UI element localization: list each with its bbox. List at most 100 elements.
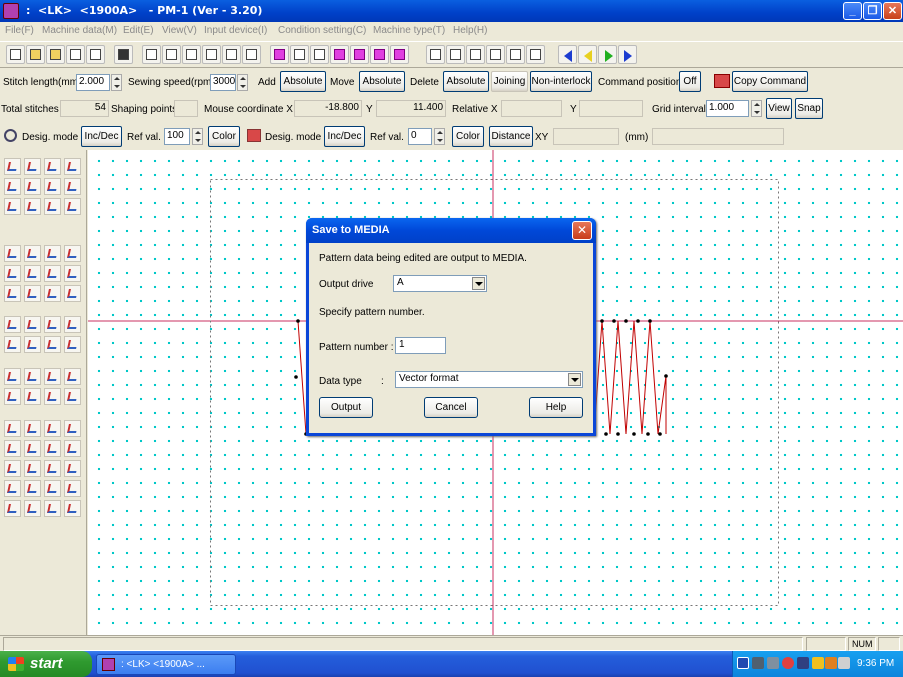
layers-icon[interactable] (182, 45, 201, 64)
open-folder-icon[interactable] (26, 45, 45, 64)
draw-tool-48-icon[interactable] (64, 440, 81, 457)
color-button-2[interactable]: Color (452, 126, 484, 147)
draw-tool-55-icon[interactable] (44, 480, 61, 497)
clock[interactable]: 9:36 PM (857, 658, 894, 669)
draw-tool-4-icon[interactable] (64, 158, 81, 175)
draw-tool-23-icon[interactable] (44, 285, 61, 302)
menu-file[interactable]: File(F) (5, 25, 34, 36)
pattern-6-icon[interactable] (370, 45, 389, 64)
redo-icon[interactable] (506, 45, 525, 64)
save-icon[interactable] (114, 45, 133, 64)
new-file-icon[interactable] (6, 45, 25, 64)
move-absolute-button[interactable]: Absolute (359, 71, 405, 92)
tray-messenger-icon[interactable] (812, 657, 824, 669)
pattern-7-icon[interactable] (390, 45, 409, 64)
sewing-speed-input[interactable]: 3000 (210, 74, 236, 91)
ref-val-spinner[interactable] (192, 128, 203, 145)
menu-condition-setting[interactable]: Condition setting(C) (278, 25, 366, 36)
draw-tool-31-icon[interactable] (44, 336, 61, 353)
grid-icon[interactable] (162, 45, 181, 64)
draw-tool-43-icon[interactable] (44, 420, 61, 437)
distance-button[interactable]: Distance (489, 126, 533, 147)
step-back-icon[interactable] (578, 45, 597, 64)
draw-tool-21-icon[interactable] (4, 285, 21, 302)
title-bar[interactable]: : <LK> <1900A> - PM-1 (Ver - 3.20) _ ❐ ✕ (0, 0, 903, 22)
draw-tool-53-icon[interactable] (4, 480, 21, 497)
ref-val-input[interactable]: 100 (164, 128, 190, 145)
draw-tool-15-icon[interactable] (44, 245, 61, 262)
app-icon[interactable] (3, 3, 19, 19)
draw-tool-6-icon[interactable] (24, 178, 41, 195)
draw-tool-58-icon[interactable] (24, 500, 41, 517)
grid-interval-spinner[interactable] (751, 100, 762, 117)
draw-tool-51-icon[interactable] (44, 460, 61, 477)
draw-tool-9-icon[interactable] (4, 198, 21, 215)
cancel-button[interactable]: Cancel (424, 397, 478, 418)
draw-tool-33-icon[interactable] (4, 368, 21, 385)
draw-tool-37-icon[interactable] (4, 388, 21, 405)
paste-icon[interactable] (466, 45, 485, 64)
tray-language-icon[interactable] (825, 657, 837, 669)
start-button[interactable]: start (0, 651, 92, 677)
view-button[interactable]: View (766, 98, 792, 119)
draw-tool-17-icon[interactable] (4, 265, 21, 282)
print-preview-icon[interactable] (86, 45, 105, 64)
tray-display-icon[interactable] (797, 657, 809, 669)
draw-tool-24-icon[interactable] (64, 285, 81, 302)
undo-icon[interactable] (486, 45, 505, 64)
pen-icon[interactable] (142, 45, 161, 64)
bmp-icon[interactable] (202, 45, 221, 64)
draw-tool-60-icon[interactable] (64, 500, 81, 517)
rewind-icon[interactable] (558, 45, 577, 64)
minimize-button[interactable]: _ (843, 2, 862, 20)
draw-tool-42-icon[interactable] (24, 420, 41, 437)
draw-tool-5-icon[interactable] (4, 178, 21, 195)
draw-tool-2-icon[interactable] (24, 158, 41, 175)
menu-machine-data[interactable]: Machine data(M) (42, 25, 117, 36)
cut-icon[interactable] (426, 45, 445, 64)
draw-tool-57-icon[interactable] (4, 500, 21, 517)
draw-tool-34-icon[interactable] (24, 368, 41, 385)
fast-forward-icon[interactable] (618, 45, 637, 64)
menu-machine-type[interactable]: Machine type(T) (373, 25, 445, 36)
draw-tool-18-icon[interactable] (24, 265, 41, 282)
draw-tool-40-icon[interactable] (64, 388, 81, 405)
draw-tool-28-icon[interactable] (64, 316, 81, 333)
draw-tool-26-icon[interactable] (24, 316, 41, 333)
draw-tool-13-icon[interactable] (4, 245, 21, 262)
tray-monitor-icon[interactable] (752, 657, 764, 669)
draw-tool-50-icon[interactable] (24, 460, 41, 477)
draw-tool-47-icon[interactable] (44, 440, 61, 457)
add-absolute-button[interactable]: Absolute (280, 71, 326, 92)
print-icon[interactable] (66, 45, 85, 64)
draw-tool-27-icon[interactable] (44, 316, 61, 333)
tray-network-icon[interactable] (737, 657, 749, 669)
draw-tool-7-icon[interactable] (44, 178, 61, 195)
stitch-length-spinner[interactable] (111, 74, 122, 91)
clipboard-icon[interactable] (526, 45, 545, 64)
draw-tool-35-icon[interactable] (44, 368, 61, 385)
emb-icon[interactable] (222, 45, 241, 64)
output-button[interactable]: Output (319, 397, 373, 418)
color-button[interactable]: Color (208, 126, 240, 147)
menu-edit[interactable]: Edit(E) (123, 25, 154, 36)
draw-tool-8-icon[interactable] (64, 178, 81, 195)
copy-icon[interactable] (446, 45, 465, 64)
pattern-2-icon[interactable] (290, 45, 309, 64)
joining-button[interactable]: Joining (491, 71, 528, 92)
open-file-icon[interactable] (46, 45, 65, 64)
draw-tool-1-icon[interactable] (4, 158, 21, 175)
draw-tool-32-icon[interactable] (64, 336, 81, 353)
delete-absolute-button[interactable]: Absolute (443, 71, 489, 92)
draw-tool-45-icon[interactable] (4, 440, 21, 457)
pattern-1-icon[interactable] (270, 45, 289, 64)
step-forward-icon[interactable] (598, 45, 617, 64)
draw-tool-39-icon[interactable] (44, 388, 61, 405)
draw-tool-20-icon[interactable] (64, 265, 81, 282)
menu-help[interactable]: Help(H) (453, 25, 487, 36)
draw-tool-16-icon[interactable] (64, 245, 81, 262)
tray-security-icon[interactable] (782, 657, 794, 669)
draw-tool-59-icon[interactable] (44, 500, 61, 517)
snap-button[interactable]: Snap (795, 98, 823, 119)
command-position-off-button[interactable]: Off (679, 71, 701, 92)
